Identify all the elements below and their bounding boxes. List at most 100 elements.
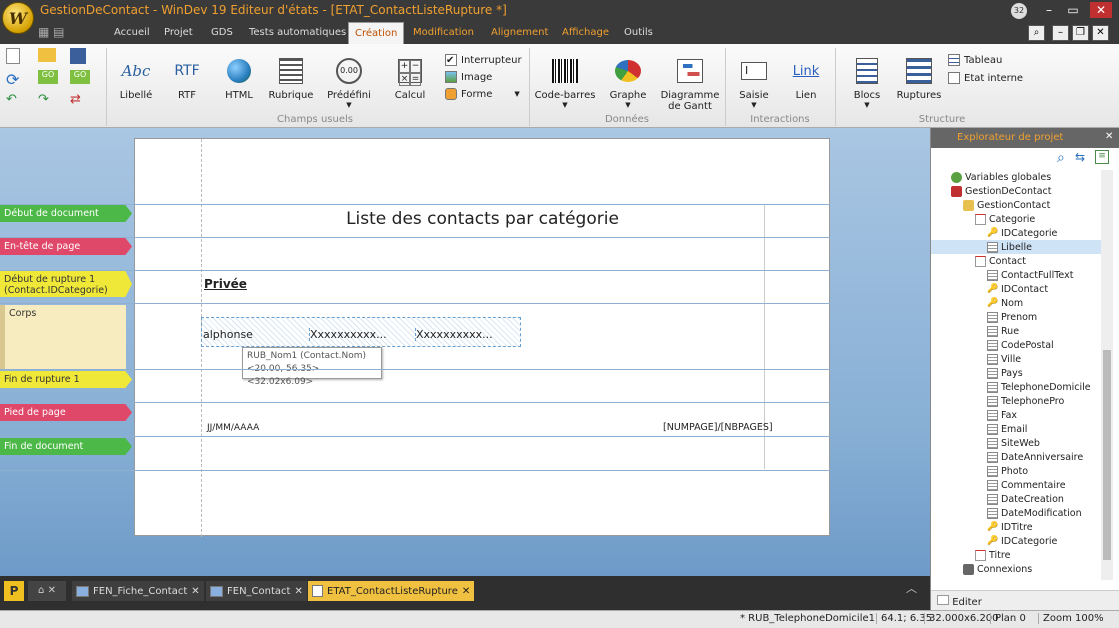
- saisie-button[interactable]: I Saisie ▼: [732, 56, 776, 109]
- mdi-restore-icon[interactable]: ❐: [1072, 25, 1089, 41]
- tree-item[interactable]: Rue: [931, 324, 1101, 338]
- tree-item[interactable]: Email: [931, 422, 1101, 436]
- windev-logo[interactable]: W: [2, 2, 34, 34]
- date-field[interactable]: JJ/MM/AAAA: [207, 423, 259, 433]
- tree-item[interactable]: 🔑 Nom: [931, 296, 1101, 310]
- compare-icon[interactable]: ⇄: [70, 92, 98, 112]
- undo-icon[interactable]: ↶: [6, 92, 34, 112]
- doctab-etat-contact-liste-rupture[interactable]: ETAT_ContactListeRupture ✕: [308, 581, 475, 601]
- close-icon[interactable]: ✕: [1090, 2, 1112, 18]
- rtf-button[interactable]: RTF RTF: [164, 56, 210, 101]
- tree-item[interactable]: DateModification: [931, 506, 1101, 520]
- tree-item[interactable]: 🔑 IDCategorie: [931, 226, 1101, 240]
- band-fin-document[interactable]: Fin de document: [0, 438, 132, 455]
- mdi-close-icon[interactable]: ✕: [1092, 25, 1109, 41]
- tree-item[interactable]: 🔑 IDCategorie: [931, 534, 1101, 548]
- go-icon[interactable]: GO: [38, 70, 58, 84]
- project-icon[interactable]: P: [4, 581, 24, 601]
- tree-item[interactable]: DateCreation: [931, 492, 1101, 506]
- interrupteur-button[interactable]: ✔ Interrupteur: [445, 54, 522, 66]
- tree-item[interactable]: CodePostal: [931, 338, 1101, 352]
- sync-icon[interactable]: ⇆: [1075, 150, 1085, 164]
- tab-modification[interactable]: Modification: [407, 22, 480, 44]
- field-prenom[interactable]: Xxxxxxxxxx...: [309, 328, 413, 341]
- tree-item[interactable]: TelephoneDomicile: [931, 380, 1101, 394]
- lien-button[interactable]: Link Lien: [784, 56, 828, 102]
- filter-icon[interactable]: ≡: [1095, 150, 1109, 164]
- tab-gds[interactable]: GDS: [205, 22, 239, 44]
- tree-item[interactable]: GestionContact: [931, 198, 1101, 212]
- tab-outils[interactable]: Outils: [618, 22, 659, 44]
- quick-access-icon[interactable]: ▦ ▤: [38, 25, 65, 39]
- tree-item[interactable]: Libelle: [931, 240, 1101, 254]
- tree-item[interactable]: Fax: [931, 408, 1101, 422]
- tab-projet[interactable]: Projet: [158, 22, 199, 44]
- band-fin-rupture[interactable]: Fin de rupture 1: [0, 371, 132, 388]
- libelle-button[interactable]: Abc Libellé: [112, 56, 160, 101]
- refresh-icon[interactable]: ⟳: [6, 70, 34, 90]
- band-debut-document[interactable]: Début de document: [0, 205, 132, 222]
- new-icon[interactable]: [6, 48, 20, 64]
- restore-icon[interactable]: ▭: [1062, 2, 1084, 18]
- tab-alignement[interactable]: Alignement: [485, 22, 554, 44]
- tab-accueil[interactable]: Accueil: [108, 22, 156, 44]
- save-icon[interactable]: [70, 48, 86, 64]
- html-button[interactable]: HTML: [216, 56, 262, 101]
- rubrique-button[interactable]: Rubrique: [266, 56, 316, 101]
- ruptures-button[interactable]: Ruptures: [894, 56, 944, 101]
- band-pied-page[interactable]: Pied de page: [0, 404, 132, 421]
- report-title[interactable]: Liste des contacts par catégorie: [201, 209, 764, 229]
- tree-item[interactable]: ContactFullText: [931, 268, 1101, 282]
- tree-item[interactable]: Titre: [931, 548, 1101, 562]
- open-icon[interactable]: [38, 48, 56, 62]
- explorer-editer-tab[interactable]: Editer: [931, 590, 1119, 610]
- field-nom[interactable]: alphonse: [203, 328, 307, 341]
- code-barres-button[interactable]: Code-barres ▼: [534, 56, 596, 109]
- tree-item[interactable]: Contact: [931, 254, 1101, 268]
- report-page[interactable]: Liste des contacts par catégorie Privée …: [134, 138, 830, 537]
- page-number-field[interactable]: [NUMPAGE]/[NBPAGES]: [663, 422, 773, 433]
- tree-item[interactable]: DateAnniversaire: [931, 450, 1101, 464]
- status-plan[interactable]: Plan 0: [990, 613, 1026, 624]
- tree-item[interactable]: Photo: [931, 464, 1101, 478]
- tab-tests[interactable]: Tests automatiques: [243, 22, 352, 44]
- band-corps[interactable]: Corps: [0, 305, 126, 369]
- image-button[interactable]: Image: [445, 71, 522, 83]
- search-icon[interactable]: ⌕: [1028, 25, 1045, 41]
- forme-button[interactable]: Forme ▼: [445, 88, 522, 100]
- tableau-button[interactable]: Tableau: [948, 54, 1023, 66]
- tab-creation[interactable]: Création: [348, 22, 405, 44]
- tab-close-icon[interactable]: ✕: [294, 586, 302, 597]
- tree-item[interactable]: Commentaire: [931, 478, 1101, 492]
- calcul-button[interactable]: + − × = Calcul: [386, 56, 434, 101]
- tree-item[interactable]: 🔑 IDTitre: [931, 520, 1101, 534]
- doctab-fen-fiche-contact[interactable]: FEN_Fiche_Contact ✕: [72, 581, 204, 601]
- tree-item[interactable]: Categorie: [931, 212, 1101, 226]
- tree-item[interactable]: SiteWeb: [931, 436, 1101, 450]
- tree-item[interactable]: TelephonePro: [931, 394, 1101, 408]
- band-debut-rupture[interactable]: Début de rupture 1 (Contact.IDCategorie): [0, 271, 132, 297]
- tree-item[interactable]: GestionDeContact: [931, 184, 1101, 198]
- home-tab-icon[interactable]: ⌂ ✕: [28, 581, 66, 601]
- doctab-fen-contact[interactable]: FEN_Contact ✕: [206, 581, 307, 601]
- tab-close-icon[interactable]: ✕: [462, 586, 470, 597]
- redo-icon[interactable]: ↷: [38, 92, 66, 112]
- go-project-icon[interactable]: GO: [70, 70, 90, 84]
- gantt-button[interactable]: Diagramme de Gantt: [660, 56, 720, 112]
- tree-item[interactable]: 🔑 IDContact: [931, 282, 1101, 296]
- rupture-category-label[interactable]: Privée: [204, 277, 247, 291]
- search-icon[interactable]: ⌕: [1057, 150, 1065, 166]
- predefini-button[interactable]: 0.00 Prédéfini ▼: [322, 56, 376, 109]
- tree-item[interactable]: Pays: [931, 366, 1101, 380]
- tab-affichage[interactable]: Affichage: [556, 22, 615, 44]
- mdi-minimize-icon[interactable]: –: [1052, 25, 1069, 41]
- blocs-button[interactable]: Blocs ▼: [844, 56, 890, 109]
- graphe-button[interactable]: Graphe ▼: [602, 56, 654, 109]
- explorer-scrollbar[interactable]: [1101, 170, 1113, 580]
- tree-item[interactable]: Connexions: [931, 562, 1101, 576]
- status-zoom[interactable]: Zoom 100%: [1038, 613, 1104, 624]
- explorer-close-icon[interactable]: ✕: [1105, 131, 1113, 142]
- chevron-up-icon[interactable]: ︿: [906, 580, 917, 596]
- notification-badge[interactable]: 32: [1011, 3, 1027, 19]
- band-entete-page[interactable]: En-tête de page: [0, 238, 132, 255]
